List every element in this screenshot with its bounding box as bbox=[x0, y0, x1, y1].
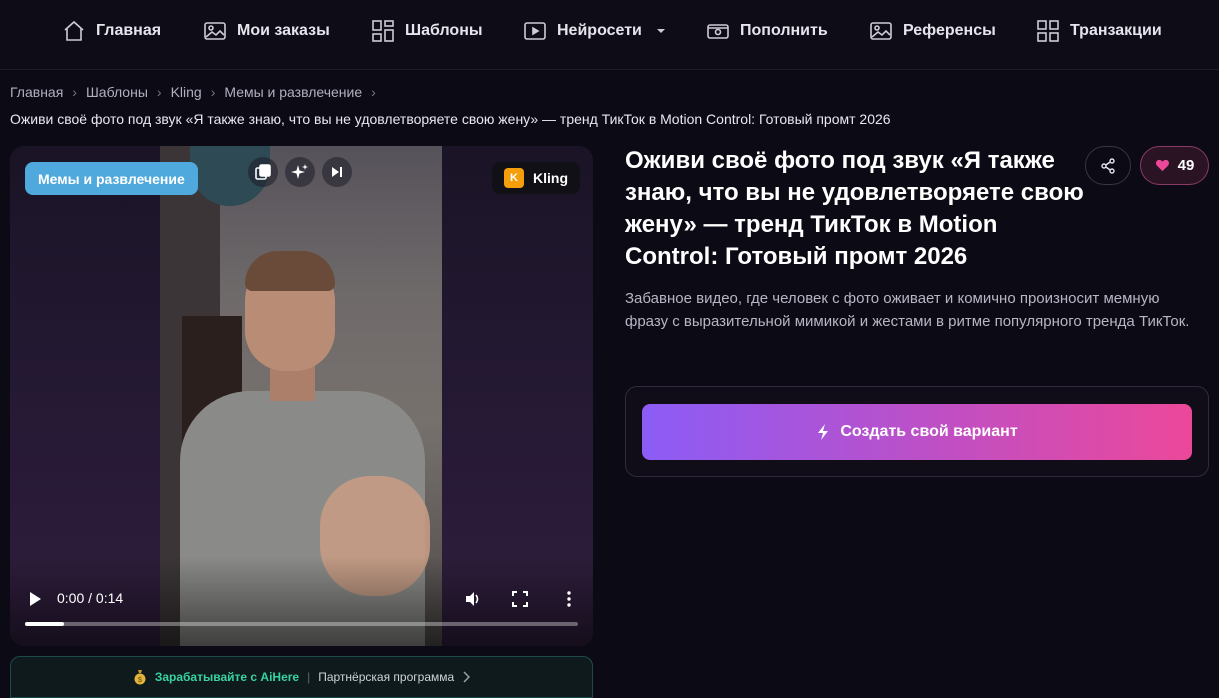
video-tools bbox=[248, 157, 352, 187]
video-time: 0:00 / 0:14 bbox=[57, 590, 124, 606]
share-icon bbox=[1101, 157, 1115, 174]
fullscreen-button[interactable] bbox=[510, 589, 530, 609]
top-navigation: Главная Мои заказы Шаблоны Нейросети Поп… bbox=[0, 0, 1219, 70]
breadcrumb: Главная › Шаблоны › Kling › Мемы и развл… bbox=[10, 83, 379, 101]
nav-item-label: Пополнить bbox=[740, 22, 828, 39]
breadcrumb-category[interactable]: Мемы и развлечение bbox=[224, 84, 362, 100]
breadcrumb-kling[interactable]: Kling bbox=[171, 84, 202, 100]
nav-item-top-up[interactable]: Пополнить bbox=[706, 17, 828, 45]
nav-item-label: Шаблоны bbox=[405, 22, 483, 39]
page-subtitle: Оживи своё фото под звук «Я также знаю, … bbox=[10, 111, 891, 127]
breadcrumb-home[interactable]: Главная bbox=[10, 84, 63, 100]
affiliate-secondary-text: Партнёрская программа bbox=[318, 670, 455, 684]
breadcrumb-templates[interactable]: Шаблоны bbox=[86, 84, 148, 100]
play-icon bbox=[30, 592, 41, 606]
breadcrumb-separator: › bbox=[72, 84, 77, 100]
fullscreen-icon bbox=[512, 591, 528, 607]
cta-panel: Создать свой вариант bbox=[625, 386, 1209, 477]
more-options-button[interactable] bbox=[559, 589, 579, 609]
chevron-down-icon bbox=[656, 29, 665, 33]
video-progress-fill bbox=[25, 622, 64, 626]
breadcrumb-separator: › bbox=[156, 84, 162, 100]
more-vertical-icon bbox=[567, 591, 571, 607]
video-progress-bar[interactable] bbox=[25, 622, 578, 626]
template-title: Оживи своё фото под звук «Я также знаю, … bbox=[625, 147, 1084, 270]
nav-item-label: Нейросети bbox=[557, 22, 642, 39]
nav-item-home[interactable]: Главная bbox=[62, 17, 161, 45]
money-bag-icon: $ bbox=[134, 670, 146, 685]
chevron-right-icon bbox=[463, 671, 471, 683]
like-button[interactable]: 49 bbox=[1140, 146, 1209, 185]
affiliate-banner[interactable]: $ Зарабатывайте с AiHere | Партнёрская п… bbox=[10, 656, 593, 698]
like-count: 49 bbox=[1177, 157, 1195, 174]
grid-icon bbox=[1037, 20, 1059, 42]
create-variant-button[interactable]: Создать свой вариант bbox=[642, 404, 1192, 460]
lightning-icon bbox=[818, 424, 829, 440]
affiliate-main-text: Зарабатывайте с AiHere bbox=[154, 670, 300, 684]
model-badge[interactable]: K Kling bbox=[492, 162, 580, 194]
video-play-icon bbox=[524, 22, 546, 40]
create-variant-label: Создать свой вариант bbox=[840, 423, 1018, 440]
copy-button[interactable] bbox=[248, 157, 278, 187]
nav-item-label: Транзакции bbox=[1070, 22, 1162, 39]
kling-logo-icon: K bbox=[504, 168, 524, 188]
volume-button[interactable] bbox=[463, 589, 483, 609]
svg-text:$: $ bbox=[138, 677, 142, 684]
grid-icon bbox=[372, 20, 394, 42]
skip-button[interactable] bbox=[322, 157, 352, 187]
wallet-icon bbox=[707, 24, 729, 39]
affiliate-divider: | bbox=[307, 670, 311, 684]
template-description: Забавное видео, где человек с фото ожива… bbox=[625, 290, 1190, 330]
volume-icon bbox=[466, 592, 479, 606]
breadcrumb-separator: › bbox=[371, 84, 376, 100]
sparkle-icon bbox=[291, 164, 308, 179]
model-badge-label: Kling bbox=[533, 170, 568, 186]
video-player[interactable]: Мемы и развлечение K Kling 0:00 / 0:14 bbox=[10, 146, 593, 646]
nav-item-neural-networks[interactable]: Нейросети bbox=[523, 17, 666, 45]
nav-item-transactions[interactable]: Транзакции bbox=[1036, 17, 1162, 45]
breadcrumb-separator: › bbox=[210, 84, 216, 100]
home-icon bbox=[64, 20, 84, 41]
share-button[interactable] bbox=[1085, 146, 1131, 185]
play-button[interactable] bbox=[25, 589, 45, 609]
skip-forward-icon bbox=[332, 167, 342, 177]
nav-item-label: Мои заказы bbox=[237, 22, 330, 39]
sparkle-button[interactable] bbox=[285, 157, 315, 187]
nav-item-label: Главная bbox=[96, 22, 162, 39]
image-icon bbox=[204, 22, 226, 40]
nav-item-label: Референсы bbox=[903, 22, 996, 39]
nav-item-orders[interactable]: Мои заказы bbox=[203, 17, 330, 45]
nav-item-references[interactable]: Референсы bbox=[869, 17, 996, 45]
copy-icon bbox=[255, 164, 271, 180]
nav-item-templates[interactable]: Шаблоны bbox=[371, 17, 483, 45]
category-chip[interactable]: Мемы и развлечение bbox=[25, 162, 198, 195]
image-icon bbox=[870, 22, 892, 40]
heart-icon bbox=[1155, 159, 1169, 172]
